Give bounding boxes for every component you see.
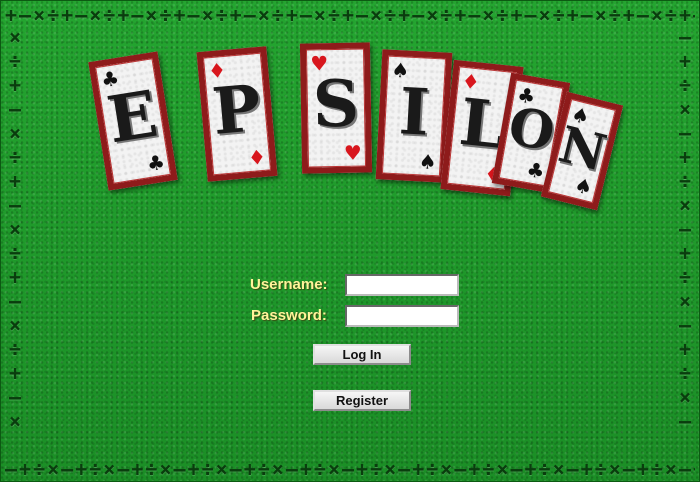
logo-letter: N [553, 114, 612, 183]
club-icon: ♣ [145, 149, 167, 177]
logo-card-i: ♠ I ♠ [375, 49, 453, 183]
logo-card-s: ♥ S ♥ [299, 42, 373, 174]
logo-card-e: ♣ E ♣ [88, 51, 178, 191]
username-input[interactable] [345, 274, 459, 296]
diamond-icon: ♦ [246, 144, 267, 171]
password-input[interactable] [345, 305, 459, 327]
logo-card-p: ♦ P ♦ [196, 46, 278, 182]
login-button[interactable]: Log In [313, 344, 411, 365]
spade-icon: ♠ [418, 149, 438, 175]
username-row: Username: [250, 276, 328, 293]
logo-letter: E [102, 76, 163, 159]
username-label: Username: [250, 276, 328, 293]
game-table: +–×÷+–×÷+–×÷+–×÷+–×÷+–×÷+–×÷+–×÷+–×÷+–×÷… [0, 0, 700, 482]
epsilon-logo: ♣ E ♣ ♦ P ♦ ♥ S ♥ ♠ I ♠ ♦ L ♦ ♣ O ♣ [1, 1, 700, 241]
password-label: Password: [251, 307, 327, 324]
heart-icon: ♥ [343, 140, 362, 165]
decorative-border-bottom: –+÷×–+÷×–+÷×–+÷×–+÷×–+÷×–+÷×–+÷×–+÷×–+÷×… [5, 457, 695, 481]
logo-letter: P [209, 71, 264, 150]
spade-icon: ♠ [571, 172, 596, 201]
register-button[interactable]: Register [313, 390, 411, 411]
club-icon: ♣ [524, 156, 547, 184]
logo-letter: S [312, 66, 360, 143]
logo-letter: I [397, 74, 432, 151]
password-row: Password: [251, 307, 327, 324]
